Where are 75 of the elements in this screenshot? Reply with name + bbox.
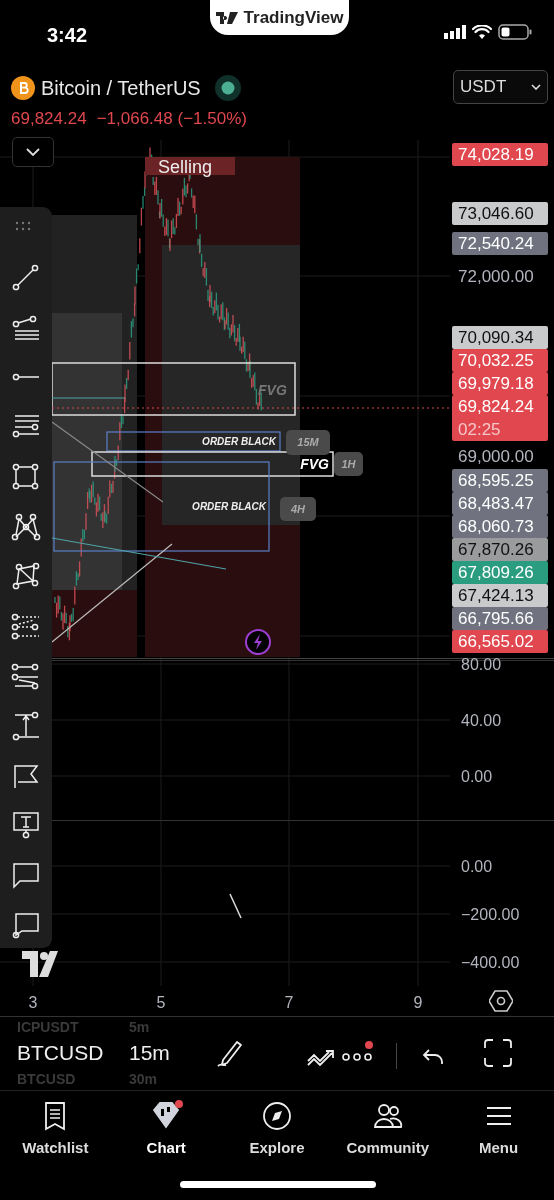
time-axis-label: 7 (284, 993, 294, 1013)
price-axis-label: 72,000.00 (457, 265, 535, 288)
channel-icon[interactable] (11, 611, 41, 642)
box-label: ORDER BLACK (192, 500, 266, 514)
current-price-tag: 69,824.24 02:25 (452, 395, 548, 442)
axis-label: 40.00 (461, 711, 502, 731)
line-drawing (229, 893, 243, 919)
timeframe-tag: 1H (334, 452, 363, 476)
trend-line-icon[interactable] (11, 262, 41, 293)
fullscreen-icon (484, 1039, 512, 1067)
interval-option[interactable]: 15m (129, 1037, 170, 1069)
time-axis-label: 5 (156, 993, 166, 1013)
chart-icon (151, 1101, 182, 1131)
currency-dropdown[interactable]: USDT (453, 70, 548, 104)
nav-tab[interactable]: Community (332, 1091, 444, 1200)
axis-label: −200.00 (461, 905, 520, 925)
axis-label: 0.00 (461, 857, 493, 877)
price-tag: 69,979.18 (452, 372, 548, 396)
chevron-down-icon (26, 148, 40, 156)
axis-label: 0.00 (461, 767, 493, 787)
price-tag: 68,595.25 (452, 468, 548, 492)
zone-label: FVG (258, 381, 287, 400)
price-tag: 74,028.19 (452, 142, 548, 166)
comment-icon[interactable] (11, 860, 41, 891)
undo-icon (422, 1047, 444, 1066)
chevron-down-icon (531, 84, 541, 90)
price-range-icon[interactable] (11, 710, 41, 741)
box-label: ORDER BLACK (202, 435, 276, 449)
price-tag: 67,424.13 (452, 583, 548, 607)
axis-label: 80.00 (461, 655, 502, 675)
wifi-icon (472, 24, 492, 40)
parallel-channel-icon[interactable] (11, 661, 41, 692)
nav-tab[interactable]: Watchlist (0, 1091, 111, 1200)
axis-label: −400.00 (461, 953, 520, 973)
symbol-name: Bitcoin / TetherUS (41, 76, 201, 101)
nav-tab[interactable]: Explore (221, 1091, 333, 1200)
nav-tab[interactable]: Menu (443, 1091, 554, 1200)
pencil-icon (215, 1038, 245, 1068)
status-time: 3:42 (47, 23, 88, 48)
price-change: −1,066.48 (−1.50%) (96, 108, 247, 130)
nav-tab[interactable]: Chart (110, 1091, 222, 1200)
coin-icon (11, 76, 35, 100)
logo-icon (215, 10, 238, 25)
price-tag: 73,046.60 (452, 201, 548, 225)
more-icon (342, 1053, 372, 1061)
collapse-button[interactable] (12, 137, 54, 167)
battery-icon (498, 24, 532, 40)
zone-title: Selling (145, 157, 235, 175)
price-axis-label: 69,000.00 (457, 445, 535, 468)
polygon-icon[interactable] (11, 561, 41, 592)
price-tag: 67,809.26 (452, 560, 548, 584)
pattern-icon[interactable] (11, 511, 41, 542)
symbol-option[interactable]: BTCUSD (17, 1037, 129, 1069)
timeframe-tag: 15M (286, 430, 330, 455)
price-tag: 68,060.73 (452, 514, 548, 538)
time-axis-label: 9 (413, 993, 423, 1013)
last-price: 69,824.24 (11, 108, 87, 130)
signal-icon (444, 25, 466, 39)
app-banner[interactable]: TradingView (210, 0, 349, 35)
time-axis-label: 3 (28, 993, 38, 1013)
timeframe-tag: 4H (280, 497, 316, 521)
price-tag: 70,090.34 (452, 326, 548, 350)
price-tag: 66,795.66 (452, 606, 548, 630)
settings-icon[interactable] (489, 990, 513, 1012)
price-tag: 67,870.26 (452, 537, 548, 561)
box-label: FVG (300, 455, 329, 474)
price-tag: 72,540.24 (452, 232, 548, 256)
rectangle-icon[interactable] (11, 461, 41, 492)
price-tag: 70,032.25 (452, 349, 548, 373)
text-icon[interactable] (11, 810, 41, 841)
price-tag: 68,483.47 (452, 491, 548, 515)
logo-icon (22, 951, 58, 977)
price-tag: 66,565.02 (452, 629, 548, 653)
explore-icon (262, 1101, 292, 1131)
community-icon (372, 1101, 403, 1131)
